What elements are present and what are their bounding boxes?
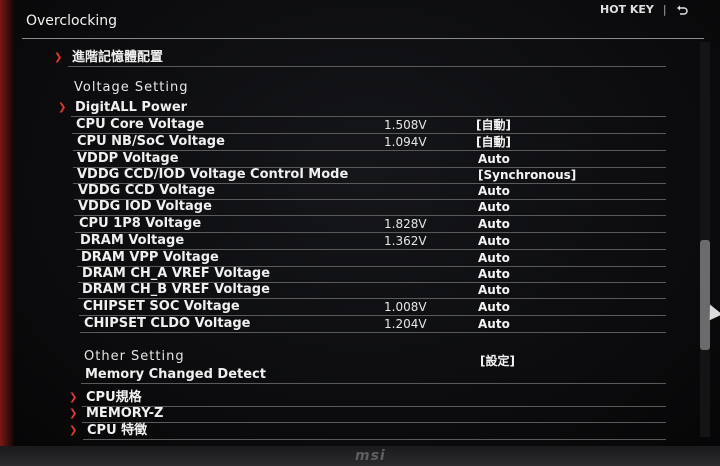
left-bezel-accent (0, 0, 14, 466)
setting-current-value: 1.508V (384, 118, 427, 132)
setting-option[interactable]: Auto (478, 316, 510, 332)
hotkey-separator: | (662, 3, 667, 16)
setting-label: CHIPSET CLDO Voltage (84, 316, 251, 331)
setting-option[interactable]: [自動] (476, 117, 511, 133)
setting-label: DRAM CH_B VREF Voltage (82, 282, 270, 297)
setting-option[interactable]: [自動] (476, 134, 511, 150)
chevron-right-icon: ❯ (69, 408, 78, 419)
setting-current-value: 1.362V (384, 234, 427, 248)
setting-label: VDDG IOD Voltage (78, 199, 212, 214)
chevron-right-icon: ❯ (58, 102, 67, 113)
setting-label: MEMORY-Z (86, 406, 164, 421)
setting-label: DRAM Voltage (80, 233, 185, 248)
setting-option[interactable]: Auto (478, 282, 510, 298)
setting-label: VDDG CCD/IOD Voltage Control Mode (77, 167, 349, 182)
setting-label: DigitALL Power (75, 100, 188, 115)
setting-label: VDDG CCD Voltage (78, 183, 216, 198)
chevron-right-icon: ❯ (54, 52, 63, 63)
section-title-voltage: Voltage Setting (74, 80, 189, 95)
setting-label: CPU Core Voltage (76, 117, 205, 132)
row-divider (82, 422, 666, 423)
setting-option[interactable]: Auto (478, 199, 510, 215)
hotkey-button[interactable]: HOT KEY (600, 3, 654, 16)
chevron-right-icon: ❯ (69, 425, 78, 436)
setting-label: CPU NB/SoC Voltage (77, 134, 225, 149)
setting-label: DRAM VPP Voltage (81, 250, 219, 265)
row-divider (81, 383, 666, 384)
setting-option[interactable]: Auto (478, 266, 510, 282)
setting-current-value: 1.008V (384, 300, 427, 314)
monitor-bezel: msi (0, 446, 720, 466)
setting-option[interactable]: Auto (478, 250, 510, 266)
chevron-right-icon: ❯ (69, 392, 78, 403)
back-icon[interactable] (676, 4, 688, 16)
setting-label: CHIPSET SOC Voltage (83, 299, 240, 314)
setting-label: DRAM CH_A VREF Voltage (82, 266, 271, 281)
setting-label: CPU規格 (86, 390, 142, 405)
setting-option[interactable]: Auto (478, 151, 510, 167)
setting-option[interactable]: [Synchronous] (478, 167, 576, 183)
top-divider (22, 38, 704, 39)
setting-option[interactable]: Auto (478, 299, 510, 315)
setting-label: CPU 1P8 Voltage (79, 216, 202, 231)
row-divider (82, 406, 666, 407)
menu-item-label: 進階記憶體配置 (72, 50, 164, 65)
brand-logo: msi (355, 448, 386, 464)
scrollbar-thumb[interactable] (700, 240, 710, 350)
setting-label: Memory Changed Detect (85, 367, 266, 382)
setting-option[interactable]: [設定] (480, 353, 515, 369)
row-divider (83, 439, 666, 440)
hotkey-bar: HOT KEY | (600, 3, 688, 16)
setting-current-value: 1.828V (384, 217, 427, 231)
row-divider (68, 66, 666, 67)
setting-label: VDDP Voltage (77, 151, 179, 166)
section-title-other: Other Setting (84, 349, 185, 364)
row-divider (80, 332, 666, 333)
setting-option[interactable]: Auto (478, 183, 510, 199)
setting-current-value: 1.204V (384, 317, 427, 331)
page-title: Overclocking (26, 13, 117, 29)
setting-label: CPU 特徵 (87, 423, 148, 438)
setting-option[interactable]: Auto (478, 216, 510, 232)
setting-current-value: 1.094V (384, 135, 427, 149)
setting-option[interactable]: Auto (478, 233, 510, 249)
